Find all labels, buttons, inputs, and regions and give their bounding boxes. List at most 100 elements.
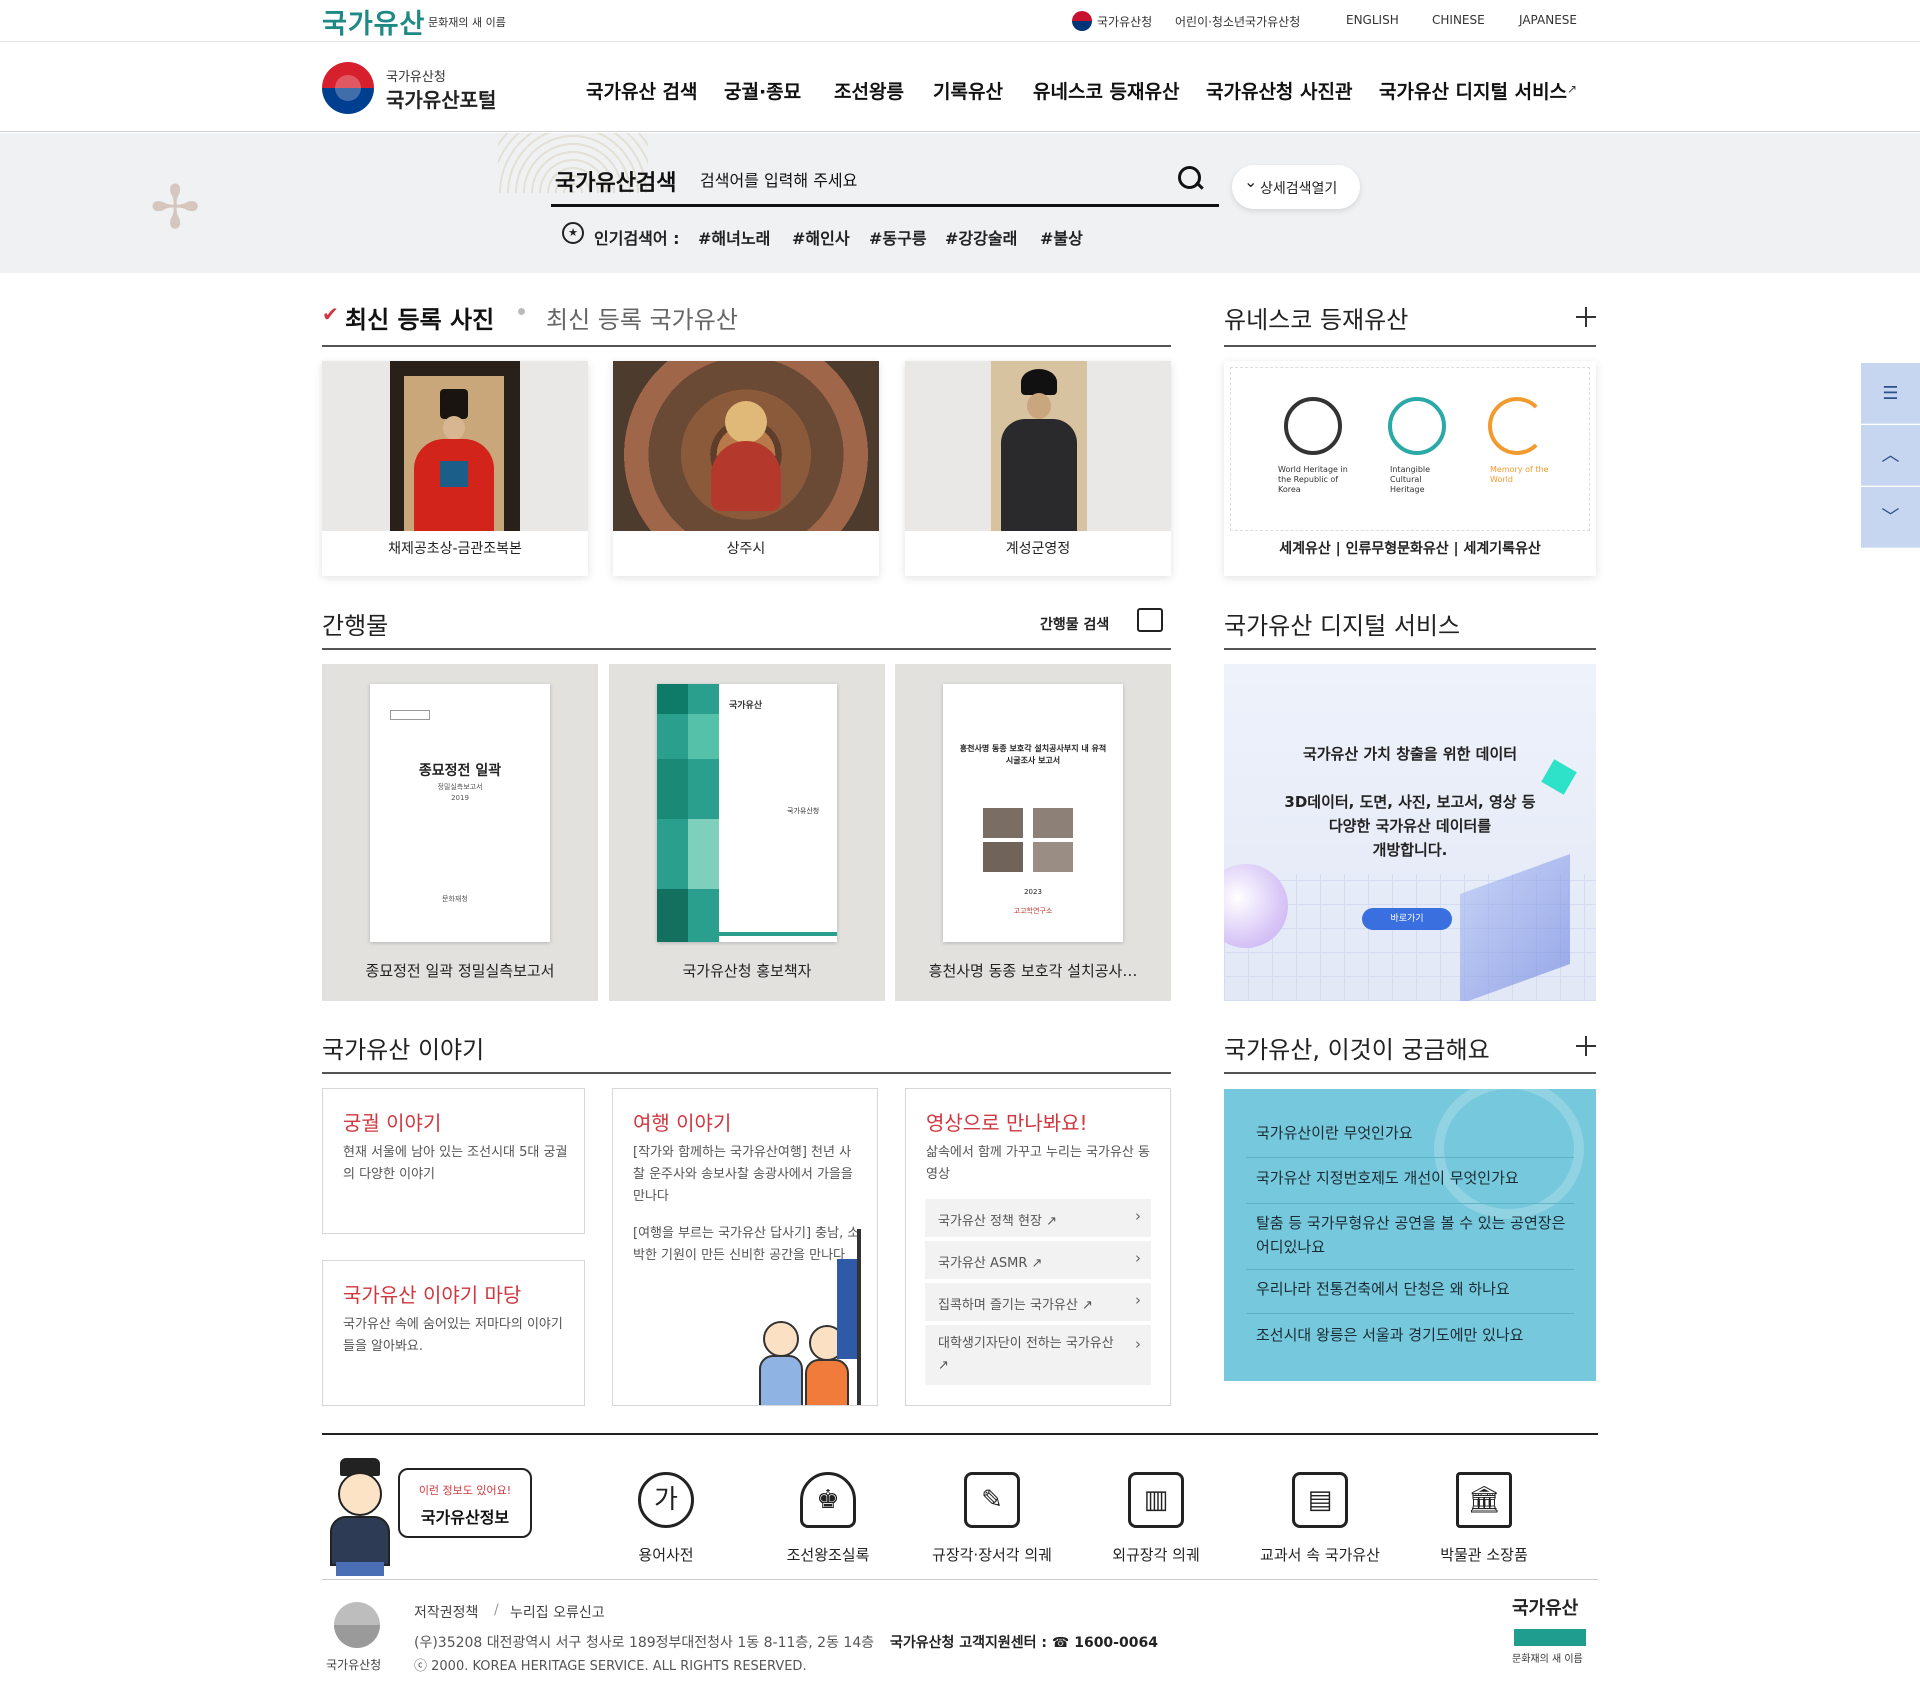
util-link-japanese[interactable]: JAPANESE	[1519, 13, 1577, 27]
photo-portrait-red-robe	[322, 361, 588, 531]
video-link[interactable]: 집콕하며 즐기는 국가유산 ↗	[925, 1283, 1151, 1321]
publications-section-title: 간행물	[322, 612, 389, 640]
faq-section-title: 국가유산, 이것이 궁금해요	[1224, 1036, 1490, 1064]
logo-agency-name[interactable]: 국가유산청	[386, 66, 446, 85]
digital-service-banner[interactable]: 국가유산 가치 창출을 위한 데이터 3D데이터, 도면, 사진, 보고서, 영…	[1224, 664, 1596, 1001]
publication-caption: 종묘정전 일곽 정밀실측보고서	[365, 962, 555, 980]
palace-story-title: 궁궐 이야기	[343, 1111, 442, 1135]
character-head-left	[763, 1321, 799, 1357]
footer-org-name: 국가유산청	[326, 1658, 382, 1672]
video-link[interactable]: 대학생기자단이 전하는 국가유산 ↗	[925, 1325, 1151, 1385]
travel-story-text-2[interactable]: [여행을 부르는 국가유산 답사기] 충남, 소박한 기원이 만든 신비한 공간…	[633, 1223, 861, 1267]
popular-keyword[interactable]: #강강술래	[945, 225, 1017, 249]
tab-latest-heritage[interactable]: 최신 등록 국가유산	[546, 300, 738, 335]
quick-link-museum[interactable]: 🏛 박물관 소장품	[1414, 1472, 1554, 1565]
flag-pole-decoration	[857, 1229, 861, 1405]
tab-latest-photos[interactable]: 최신 등록 사진	[345, 300, 494, 335]
faq-divider	[1246, 1203, 1574, 1204]
footer-error-report-link[interactable]: 누리집 오류신고	[510, 1602, 605, 1622]
publication-card[interactable]: 종묘정전 일곽 정밀실측보고서 2019 문화재청 종묘정전 일곽 정밀실측보고…	[322, 664, 598, 1001]
popular-keyword[interactable]: #불상	[1040, 225, 1083, 249]
footer-brand-subtitle: 문화재의 새 이름	[1512, 1654, 1583, 1665]
footer-copyright: ⓒ 2000. KOREA HERITAGE SERVICE. ALL RIGH…	[414, 1659, 807, 1674]
video-link[interactable]: 국가유산 정책 현장 ↗	[925, 1199, 1151, 1237]
book-search-icon[interactable]	[1137, 608, 1163, 632]
util-link-english[interactable]: ENGLISH	[1346, 13, 1399, 27]
plus-icon[interactable]	[1576, 1036, 1596, 1056]
popular-keyword[interactable]: #동구릉	[869, 225, 927, 249]
unesco-section-title: 유네스코 등재유산	[1224, 306, 1409, 334]
nav-digital-service[interactable]: 국가유산 디지털 서비스	[1379, 77, 1567, 104]
nav-heritage-search[interactable]: 국가유산 검색	[586, 77, 698, 104]
glossary-icon: 가	[638, 1472, 694, 1528]
util-link-kids[interactable]: 어린이·청소년국가유산청	[1175, 13, 1300, 30]
faq-item[interactable]: 우리나라 전통건축에서 단청은 왜 하나요	[1256, 1277, 1574, 1301]
quick-link-label: 외규장각 의궤	[1112, 1546, 1200, 1564]
util-link-chinese[interactable]: CHINESE	[1432, 13, 1485, 27]
palace-story-card[interactable]: 궁궐 이야기 현재 서울에 남아 있는 조선시대 5대 궁궐의 다양한 이야기	[322, 1088, 585, 1234]
memory-of-world-logo-icon	[1488, 397, 1546, 455]
nav-photo-gallery[interactable]: 국가유산청 사진관	[1206, 77, 1352, 104]
agency-emblem-icon[interactable]	[322, 62, 374, 114]
external-link-icon: ↗	[1567, 82, 1578, 96]
footer-copyright-policy-link[interactable]: 저작권정책	[414, 1602, 478, 1622]
digital-body-3: 개방합니다.	[1372, 841, 1448, 859]
world-heritage-logo-icon	[1284, 397, 1342, 455]
video-link[interactable]: 국가유산 ASMR ↗	[925, 1241, 1151, 1279]
publication-caption: 국가유산청 홍보책자	[682, 962, 812, 980]
quick-link-oegyujanggak[interactable]: ▥ 외규장각 의궤	[1086, 1472, 1226, 1565]
plus-icon[interactable]	[1576, 307, 1596, 327]
publication-card[interactable]: 국가유산 국가유산청 국가유산청 홍보책자	[609, 664, 885, 1001]
popular-keyword[interactable]: #해인사	[792, 225, 850, 249]
nav-records[interactable]: 기록유산	[933, 77, 1003, 104]
quick-link-label: 조선왕조실록	[786, 1546, 870, 1564]
publication-card[interactable]: 흥천사명 동종 보호각 설치공사부지 내 유적 시굴조사 보고서 2023 고고…	[895, 664, 1171, 1001]
faq-divider	[1246, 1269, 1574, 1270]
photo-card[interactable]: 계성군영정	[905, 361, 1171, 576]
nav-royal-tombs[interactable]: 조선왕릉	[834, 77, 904, 104]
photo-card[interactable]: 채제공초상-금관조복본	[322, 361, 588, 576]
publication-search-link[interactable]: 간행물 검색	[1040, 614, 1109, 634]
menu-icon[interactable]: ☰	[1861, 363, 1920, 424]
quick-link-uigwe[interactable]: ✎ 규장각·장서각 의궤	[922, 1472, 1062, 1565]
quick-link-label: 규장각·장서각 의궤	[932, 1546, 1052, 1564]
king-icon: ♚	[800, 1472, 856, 1528]
section-divider	[322, 648, 1171, 650]
faq-item[interactable]: 국가유산 지정번호제도 개선이 무엇인가요	[1256, 1166, 1574, 1190]
nav-palaces[interactable]: 궁궐·종묘	[724, 77, 801, 104]
util-link-agency[interactable]: 국가유산청	[1097, 13, 1152, 30]
character-body-left	[759, 1355, 803, 1405]
scroll-up-icon[interactable]: ︿	[1861, 425, 1920, 486]
search-icon[interactable]	[1175, 163, 1205, 193]
mascot-character	[326, 1458, 392, 1578]
photo-card[interactable]: 상주시	[613, 361, 879, 576]
question-bubble-decoration-icon	[1434, 1079, 1584, 1219]
quick-link-annals[interactable]: ♚ 조선왕조실록	[758, 1472, 898, 1565]
scroll-down-icon[interactable]: ﹀	[1861, 487, 1920, 548]
story-madang-card[interactable]: 국가유산 이야기 마당 국가유산 속에 숨어있는 저마다의 이야기들을 알아봐요…	[322, 1260, 585, 1406]
travel-story-card[interactable]: 여행 이야기 [작가와 함께하는 국가유산여행] 천년 사찰 운주사와 송보사찰…	[612, 1088, 878, 1406]
faq-item[interactable]: 탈춤 등 국가무형유산 공연을 볼 수 있는 공연장은 어디있나요	[1256, 1211, 1574, 1259]
travel-story-text-1[interactable]: [작가와 함께하는 국가유산여행] 천년 사찰 운주사와 송보사찰 송광사에서 …	[633, 1142, 861, 1208]
advanced-search-button[interactable]: 상세검색열기	[1232, 165, 1360, 209]
photo-caption: 상주시	[726, 541, 766, 557]
unesco-card[interactable]: World Heritage in the Republic of Korea …	[1224, 361, 1596, 576]
popular-keywords-label: 인기검색어 :	[594, 229, 680, 248]
nav-unesco[interactable]: 유네스코 등재유산	[1033, 77, 1179, 104]
quick-link-glossary[interactable]: 가 용어사전	[596, 1472, 736, 1565]
government-emblem-icon	[1072, 11, 1092, 31]
quick-link-textbook[interactable]: ▤ 교과서 속 국가유산	[1250, 1472, 1390, 1565]
popular-keyword[interactable]: #해녀노래	[698, 225, 770, 249]
digital-goto-button[interactable]: 바로가기	[1362, 908, 1452, 930]
search-input[interactable]	[700, 167, 1160, 193]
speech-bubble-title: 국가유산정보	[420, 1508, 510, 1527]
publication-cover: 종묘정전 일곽 정밀실측보고서 2019 문화재청	[370, 684, 550, 942]
section-divider	[1224, 345, 1596, 347]
footer-brand-logo: 국가유산	[1512, 1598, 1579, 1619]
faq-item[interactable]: 조선시대 왕릉은 서울과 경기도에만 있나요	[1256, 1323, 1574, 1347]
footer-emblem-icon	[334, 1602, 380, 1648]
logo-portal-name[interactable]: 국가유산포털	[386, 84, 496, 113]
intangible-heritage-logo-icon	[1388, 397, 1446, 455]
faq-item[interactable]: 국가유산이란 무엇인가요	[1256, 1121, 1574, 1145]
brand-logo[interactable]: 국가유산	[322, 2, 425, 41]
